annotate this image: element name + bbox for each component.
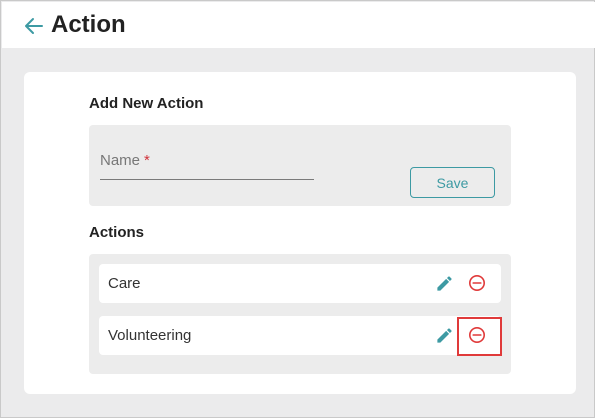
add-new-action-heading: Add New Action	[89, 95, 204, 112]
name-label-text: Name	[100, 152, 141, 169]
actions-list: Care Volunteering	[89, 254, 511, 374]
highlight-annotation	[457, 317, 502, 356]
required-marker: *	[144, 152, 150, 169]
back-arrow-icon[interactable]	[22, 14, 46, 38]
page-title: Action	[51, 11, 126, 38]
pencil-icon[interactable]	[435, 274, 454, 293]
header-bar: Action	[2, 2, 595, 48]
list-item: Care	[99, 264, 501, 303]
action-label: Volunteering	[108, 327, 192, 344]
name-input[interactable]: Name *	[100, 149, 314, 180]
list-item: Volunteering	[99, 316, 501, 355]
minus-circle-icon[interactable]	[468, 274, 486, 292]
pencil-icon[interactable]	[435, 326, 454, 345]
name-field-label: Name *	[100, 152, 150, 169]
add-action-panel: Name * Save	[89, 125, 511, 206]
save-button[interactable]: Save	[410, 167, 495, 198]
action-label: Care	[108, 275, 141, 292]
app-window: Action Add New Action Name * Save Actions…	[0, 0, 595, 418]
actions-heading: Actions	[89, 224, 145, 241]
